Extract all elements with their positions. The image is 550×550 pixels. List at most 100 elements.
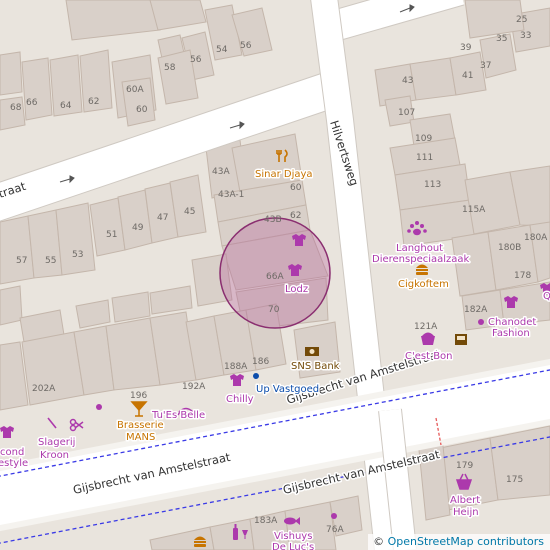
- map-canvas[interactable]: traat Hilvertsweg Gijsbrecht van Amstels…: [0, 0, 550, 550]
- poi-label-lodz: Lodz: [285, 284, 308, 295]
- poi-label-langhout: Langhout: [396, 243, 443, 254]
- poi-label-cest-bon: C'est Bon: [405, 351, 453, 362]
- house-number: 51: [106, 230, 117, 240]
- house-number: 202A: [32, 384, 56, 394]
- house-number: 66: [26, 98, 38, 108]
- house-number: 39: [460, 43, 472, 53]
- house-number: 76A: [326, 525, 344, 535]
- house-number: 58: [164, 63, 176, 73]
- house-number: 182A: [464, 305, 488, 315]
- poi-label-de-lucs: De Luc's: [272, 542, 314, 550]
- poi-label-fashion: Fashion: [492, 328, 530, 339]
- poi-label-q: Q: [543, 291, 550, 302]
- building: [75, 299, 111, 329]
- shop-dot-icon[interactable]: [331, 513, 337, 519]
- house-number: 60A: [126, 85, 144, 95]
- house-number: 70: [268, 305, 280, 315]
- house-number: 107: [398, 108, 415, 118]
- house-number: 37: [480, 61, 491, 71]
- house-number: 178: [514, 271, 531, 281]
- poi-label-sinar-djaya: Sinar Djaya: [255, 169, 313, 180]
- house-number: 64: [60, 101, 72, 111]
- clothes-shop-icon[interactable]: [230, 374, 244, 386]
- poi-label-estyle: estyle: [0, 458, 28, 469]
- butcher-icon[interactable]: [47, 417, 57, 429]
- fast-food-icon[interactable]: [416, 264, 428, 276]
- house-number: 121A: [414, 322, 438, 332]
- house-number: 43: [402, 76, 413, 86]
- poi-label-brasserie: Brasserie: [117, 420, 164, 431]
- house-number: 196: [130, 391, 147, 401]
- building: [65, 0, 161, 41]
- house-number: 113: [424, 180, 441, 190]
- poi-label-vishuys: Vishuys: [274, 531, 312, 542]
- building: [489, 425, 550, 501]
- shop-dot-icon[interactable]: [478, 319, 484, 325]
- house-number: 55: [45, 256, 56, 266]
- building: [0, 96, 26, 131]
- house-number: 68: [10, 103, 22, 113]
- clothes-shop-icon[interactable]: [0, 426, 14, 438]
- house-number: 179: [456, 461, 473, 471]
- house-number: 60: [290, 183, 302, 193]
- house-number: 45: [184, 207, 195, 217]
- copyright-symbol: ©: [373, 535, 385, 548]
- house-number: 57: [16, 256, 27, 266]
- house-number: 43A: [212, 167, 230, 177]
- house-number: 56: [240, 41, 252, 51]
- vending-icon[interactable]: [455, 334, 467, 345]
- bar-icon[interactable]: [130, 401, 148, 417]
- house-number: 188A: [224, 362, 248, 372]
- house-number: 41: [462, 71, 473, 81]
- house-number: 35: [496, 34, 507, 44]
- house-number: 175: [506, 475, 523, 485]
- map-svg: traat Hilvertsweg Gijsbrecht van Amstels…: [0, 0, 550, 550]
- house-number: 66A: [266, 272, 284, 282]
- poi-label-kroon: Kroon: [40, 450, 69, 461]
- house-number: 183A: [254, 516, 278, 526]
- house-number: 49: [132, 223, 144, 233]
- house-number: 54: [216, 45, 228, 55]
- house-number: 180A: [524, 233, 548, 243]
- poi-label-up-vastgoed: Up Vastgoed: [256, 384, 319, 395]
- house-number: 56: [190, 55, 202, 65]
- shop-dot-icon[interactable]: [96, 404, 102, 410]
- building: [149, 0, 207, 31]
- house-number: 115A: [462, 205, 486, 215]
- building: [21, 57, 53, 121]
- building: [0, 285, 23, 326]
- osm-contributors-link[interactable]: OpenStreetMap contributors: [388, 535, 544, 548]
- poi-label-mans: MANS: [126, 432, 155, 443]
- hairdresser-icon[interactable]: [69, 418, 84, 432]
- map-attribution: © OpenStreetMap contributors: [368, 534, 550, 550]
- house-number: 53: [72, 250, 83, 260]
- poi-label-cigkoftem: Cigkoftem: [398, 279, 449, 290]
- building: [55, 202, 96, 276]
- house-number: 62: [88, 97, 99, 107]
- poi-label-chanodet: Chanodet: [488, 317, 536, 328]
- bank-icon[interactable]: [305, 347, 319, 356]
- poi-label-chilly: Chilly: [226, 394, 254, 405]
- house-number: 25: [516, 15, 527, 25]
- building: [149, 285, 193, 315]
- street-connector[interactable]: [379, 408, 416, 550]
- office-dot-icon[interactable]: [253, 373, 259, 379]
- building: [409, 57, 457, 101]
- building: [21, 331, 85, 406]
- house-number: 180B: [498, 243, 521, 253]
- building: [0, 51, 23, 96]
- house-number: 60: [136, 105, 148, 115]
- house-number: 33: [520, 31, 531, 41]
- poi-label-dierenspeciaalzaak: Dierenspeciaalzaak: [372, 254, 470, 265]
- house-number: 109: [415, 134, 432, 144]
- poi-label-sns-bank: SNS Bank: [291, 361, 340, 372]
- house-number: 192A: [182, 382, 206, 392]
- poi-label-heijn: Heijn: [453, 507, 479, 518]
- pastry-shop-icon[interactable]: [421, 332, 435, 346]
- poi-label-albert: Albert: [450, 495, 480, 506]
- house-number: 186: [252, 357, 269, 367]
- poi-label-second: cond: [0, 447, 24, 458]
- house-number: 43A-1: [218, 190, 244, 200]
- house-number: 111: [416, 153, 433, 163]
- poi-label-slagerij: Slagerij: [38, 437, 75, 448]
